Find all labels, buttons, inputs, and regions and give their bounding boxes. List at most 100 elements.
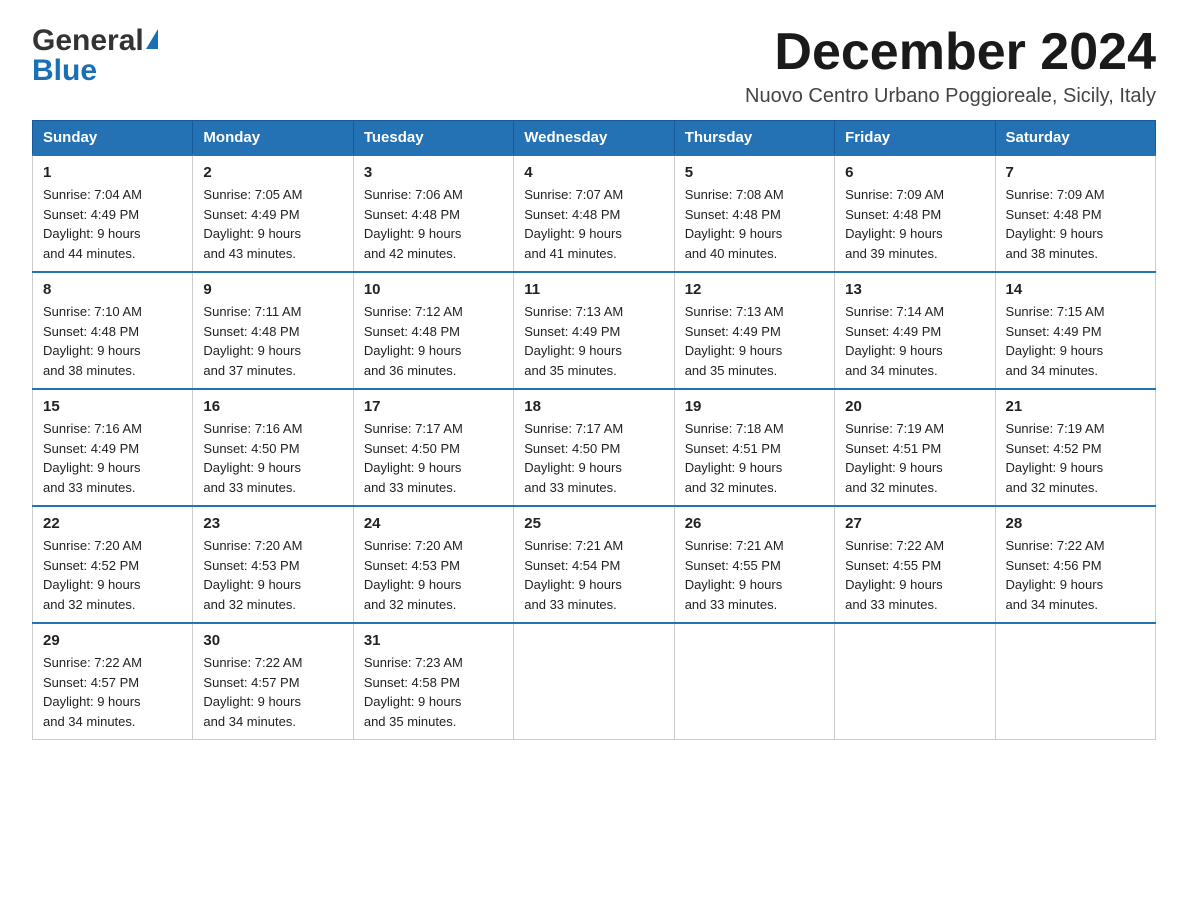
table-row: 5 Sunrise: 7:08 AM Sunset: 4:48 PM Dayli… xyxy=(674,155,834,272)
table-row: 14 Sunrise: 7:15 AM Sunset: 4:49 PM Dayl… xyxy=(995,272,1155,389)
day-info: Sunrise: 7:22 AM Sunset: 4:57 PM Dayligh… xyxy=(43,653,182,731)
table-row: 6 Sunrise: 7:09 AM Sunset: 4:48 PM Dayli… xyxy=(835,155,995,272)
table-row: 27 Sunrise: 7:22 AM Sunset: 4:55 PM Dayl… xyxy=(835,506,995,623)
table-row: 28 Sunrise: 7:22 AM Sunset: 4:56 PM Dayl… xyxy=(995,506,1155,623)
calendar-week-row: 1 Sunrise: 7:04 AM Sunset: 4:49 PM Dayli… xyxy=(33,155,1156,272)
day-number: 10 xyxy=(364,281,503,298)
table-row: 30 Sunrise: 7:22 AM Sunset: 4:57 PM Dayl… xyxy=(193,623,353,740)
day-info: Sunrise: 7:21 AM Sunset: 4:55 PM Dayligh… xyxy=(685,536,824,614)
day-info: Sunrise: 7:20 AM Sunset: 4:52 PM Dayligh… xyxy=(43,536,182,614)
day-info: Sunrise: 7:15 AM Sunset: 4:49 PM Dayligh… xyxy=(1006,302,1145,380)
day-number: 21 xyxy=(1006,398,1145,415)
table-row: 13 Sunrise: 7:14 AM Sunset: 4:49 PM Dayl… xyxy=(835,272,995,389)
day-number: 16 xyxy=(203,398,342,415)
day-number: 19 xyxy=(685,398,824,415)
day-number: 23 xyxy=(203,515,342,532)
location-title: Nuovo Centro Urbano Poggioreale, Sicily,… xyxy=(745,85,1156,108)
day-info: Sunrise: 7:13 AM Sunset: 4:49 PM Dayligh… xyxy=(524,302,663,380)
table-row: 9 Sunrise: 7:11 AM Sunset: 4:48 PM Dayli… xyxy=(193,272,353,389)
day-number: 27 xyxy=(845,515,984,532)
table-row: 8 Sunrise: 7:10 AM Sunset: 4:48 PM Dayli… xyxy=(33,272,193,389)
day-info: Sunrise: 7:22 AM Sunset: 4:55 PM Dayligh… xyxy=(845,536,984,614)
day-info: Sunrise: 7:07 AM Sunset: 4:48 PM Dayligh… xyxy=(524,185,663,263)
table-row: 12 Sunrise: 7:13 AM Sunset: 4:49 PM Dayl… xyxy=(674,272,834,389)
day-number: 22 xyxy=(43,515,182,532)
day-number: 12 xyxy=(685,281,824,298)
day-info: Sunrise: 7:09 AM Sunset: 4:48 PM Dayligh… xyxy=(845,185,984,263)
title-section: December 2024 Nuovo Centro Urbano Poggio… xyxy=(745,24,1156,108)
col-monday: Monday xyxy=(193,121,353,156)
day-info: Sunrise: 7:13 AM Sunset: 4:49 PM Dayligh… xyxy=(685,302,824,380)
table-row: 21 Sunrise: 7:19 AM Sunset: 4:52 PM Dayl… xyxy=(995,389,1155,506)
day-number: 24 xyxy=(364,515,503,532)
table-row: 29 Sunrise: 7:22 AM Sunset: 4:57 PM Dayl… xyxy=(33,623,193,740)
day-info: Sunrise: 7:22 AM Sunset: 4:56 PM Dayligh… xyxy=(1006,536,1145,614)
col-saturday: Saturday xyxy=(995,121,1155,156)
day-info: Sunrise: 7:21 AM Sunset: 4:54 PM Dayligh… xyxy=(524,536,663,614)
calendar-week-row: 8 Sunrise: 7:10 AM Sunset: 4:48 PM Dayli… xyxy=(33,272,1156,389)
month-title: December 2024 xyxy=(745,24,1156,81)
day-info: Sunrise: 7:06 AM Sunset: 4:48 PM Dayligh… xyxy=(364,185,503,263)
day-number: 15 xyxy=(43,398,182,415)
table-row: 20 Sunrise: 7:19 AM Sunset: 4:51 PM Dayl… xyxy=(835,389,995,506)
day-info: Sunrise: 7:12 AM Sunset: 4:48 PM Dayligh… xyxy=(364,302,503,380)
day-info: Sunrise: 7:05 AM Sunset: 4:49 PM Dayligh… xyxy=(203,185,342,263)
day-number: 29 xyxy=(43,632,182,649)
day-number: 31 xyxy=(364,632,503,649)
day-number: 18 xyxy=(524,398,663,415)
table-row xyxy=(674,623,834,740)
table-row: 16 Sunrise: 7:16 AM Sunset: 4:50 PM Dayl… xyxy=(193,389,353,506)
table-row: 3 Sunrise: 7:06 AM Sunset: 4:48 PM Dayli… xyxy=(353,155,513,272)
day-number: 25 xyxy=(524,515,663,532)
day-info: Sunrise: 7:16 AM Sunset: 4:49 PM Dayligh… xyxy=(43,419,182,497)
day-info: Sunrise: 7:08 AM Sunset: 4:48 PM Dayligh… xyxy=(685,185,824,263)
day-info: Sunrise: 7:23 AM Sunset: 4:58 PM Dayligh… xyxy=(364,653,503,731)
page-header: General Blue December 2024 Nuovo Centro … xyxy=(32,24,1156,108)
table-row: 2 Sunrise: 7:05 AM Sunset: 4:49 PM Dayli… xyxy=(193,155,353,272)
calendar-table: Sunday Monday Tuesday Wednesday Thursday… xyxy=(32,120,1156,740)
logo-blue-text: Blue xyxy=(32,54,97,88)
col-thursday: Thursday xyxy=(674,121,834,156)
day-info: Sunrise: 7:11 AM Sunset: 4:48 PM Dayligh… xyxy=(203,302,342,380)
day-number: 4 xyxy=(524,164,663,181)
day-number: 28 xyxy=(1006,515,1145,532)
calendar-week-row: 29 Sunrise: 7:22 AM Sunset: 4:57 PM Dayl… xyxy=(33,623,1156,740)
table-row: 4 Sunrise: 7:07 AM Sunset: 4:48 PM Dayli… xyxy=(514,155,674,272)
day-number: 9 xyxy=(203,281,342,298)
day-info: Sunrise: 7:22 AM Sunset: 4:57 PM Dayligh… xyxy=(203,653,342,731)
day-number: 6 xyxy=(845,164,984,181)
logo-triangle-icon xyxy=(146,29,158,49)
day-info: Sunrise: 7:14 AM Sunset: 4:49 PM Dayligh… xyxy=(845,302,984,380)
table-row: 26 Sunrise: 7:21 AM Sunset: 4:55 PM Dayl… xyxy=(674,506,834,623)
col-sunday: Sunday xyxy=(33,121,193,156)
day-number: 13 xyxy=(845,281,984,298)
calendar-week-row: 15 Sunrise: 7:16 AM Sunset: 4:49 PM Dayl… xyxy=(33,389,1156,506)
day-info: Sunrise: 7:04 AM Sunset: 4:49 PM Dayligh… xyxy=(43,185,182,263)
day-info: Sunrise: 7:17 AM Sunset: 4:50 PM Dayligh… xyxy=(364,419,503,497)
table-row: 22 Sunrise: 7:20 AM Sunset: 4:52 PM Dayl… xyxy=(33,506,193,623)
table-row xyxy=(514,623,674,740)
table-row: 25 Sunrise: 7:21 AM Sunset: 4:54 PM Dayl… xyxy=(514,506,674,623)
table-row: 15 Sunrise: 7:16 AM Sunset: 4:49 PM Dayl… xyxy=(33,389,193,506)
table-row: 24 Sunrise: 7:20 AM Sunset: 4:53 PM Dayl… xyxy=(353,506,513,623)
col-tuesday: Tuesday xyxy=(353,121,513,156)
day-info: Sunrise: 7:09 AM Sunset: 4:48 PM Dayligh… xyxy=(1006,185,1145,263)
logo: General Blue xyxy=(32,24,158,88)
logo-general-text: General xyxy=(32,24,144,58)
day-number: 7 xyxy=(1006,164,1145,181)
table-row: 19 Sunrise: 7:18 AM Sunset: 4:51 PM Dayl… xyxy=(674,389,834,506)
day-info: Sunrise: 7:19 AM Sunset: 4:51 PM Dayligh… xyxy=(845,419,984,497)
day-number: 14 xyxy=(1006,281,1145,298)
day-info: Sunrise: 7:18 AM Sunset: 4:51 PM Dayligh… xyxy=(685,419,824,497)
day-number: 30 xyxy=(203,632,342,649)
day-number: 11 xyxy=(524,281,663,298)
calendar-header-row: Sunday Monday Tuesday Wednesday Thursday… xyxy=(33,121,1156,156)
table-row: 31 Sunrise: 7:23 AM Sunset: 4:58 PM Dayl… xyxy=(353,623,513,740)
day-number: 2 xyxy=(203,164,342,181)
table-row xyxy=(835,623,995,740)
day-number: 3 xyxy=(364,164,503,181)
day-number: 20 xyxy=(845,398,984,415)
table-row: 7 Sunrise: 7:09 AM Sunset: 4:48 PM Dayli… xyxy=(995,155,1155,272)
day-info: Sunrise: 7:10 AM Sunset: 4:48 PM Dayligh… xyxy=(43,302,182,380)
table-row: 10 Sunrise: 7:12 AM Sunset: 4:48 PM Dayl… xyxy=(353,272,513,389)
